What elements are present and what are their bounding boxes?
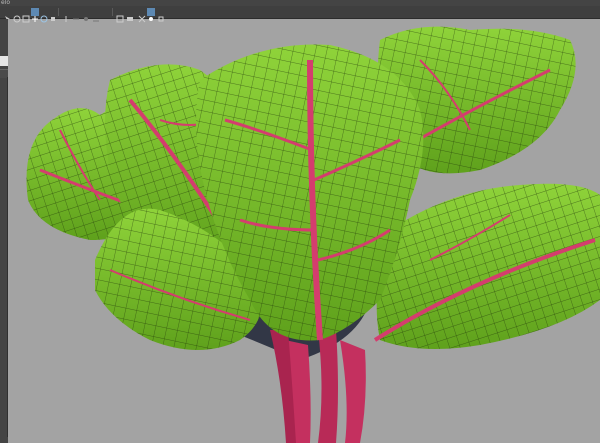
toolbar-divider (58, 8, 59, 16)
snap-curve-icon[interactable] (72, 8, 80, 20)
snap-point-icon[interactable] (82, 8, 90, 21)
move-tool-icon[interactable] (31, 8, 39, 22)
wireframe-icon[interactable] (138, 8, 146, 23)
rotate-tool-icon[interactable] (40, 8, 48, 23)
leaf-right-lower (373, 183, 600, 349)
snap-plane-icon[interactable] (92, 8, 100, 22)
render-view-icon[interactable] (116, 8, 124, 23)
3d-viewport[interactable] (8, 19, 600, 443)
main-toolbar (0, 6, 600, 23)
snapshot-icon[interactable] (157, 8, 165, 22)
lasso-tool-icon[interactable] (13, 8, 21, 23)
paint-tool-icon[interactable] (22, 8, 30, 23)
stem (318, 330, 338, 443)
scale-tool-icon[interactable] (49, 8, 57, 21)
toolbar-divider (112, 8, 113, 16)
stem (340, 340, 366, 443)
panel-tab[interactable] (0, 56, 8, 66)
camera-icon[interactable] (126, 8, 134, 21)
ipr-render-icon[interactable] (147, 8, 155, 21)
snap-grid-icon[interactable] (62, 8, 70, 22)
select-tool-icon[interactable] (4, 8, 12, 22)
left-side-panel (0, 19, 8, 443)
leaf-mesh-render (26, 26, 600, 443)
